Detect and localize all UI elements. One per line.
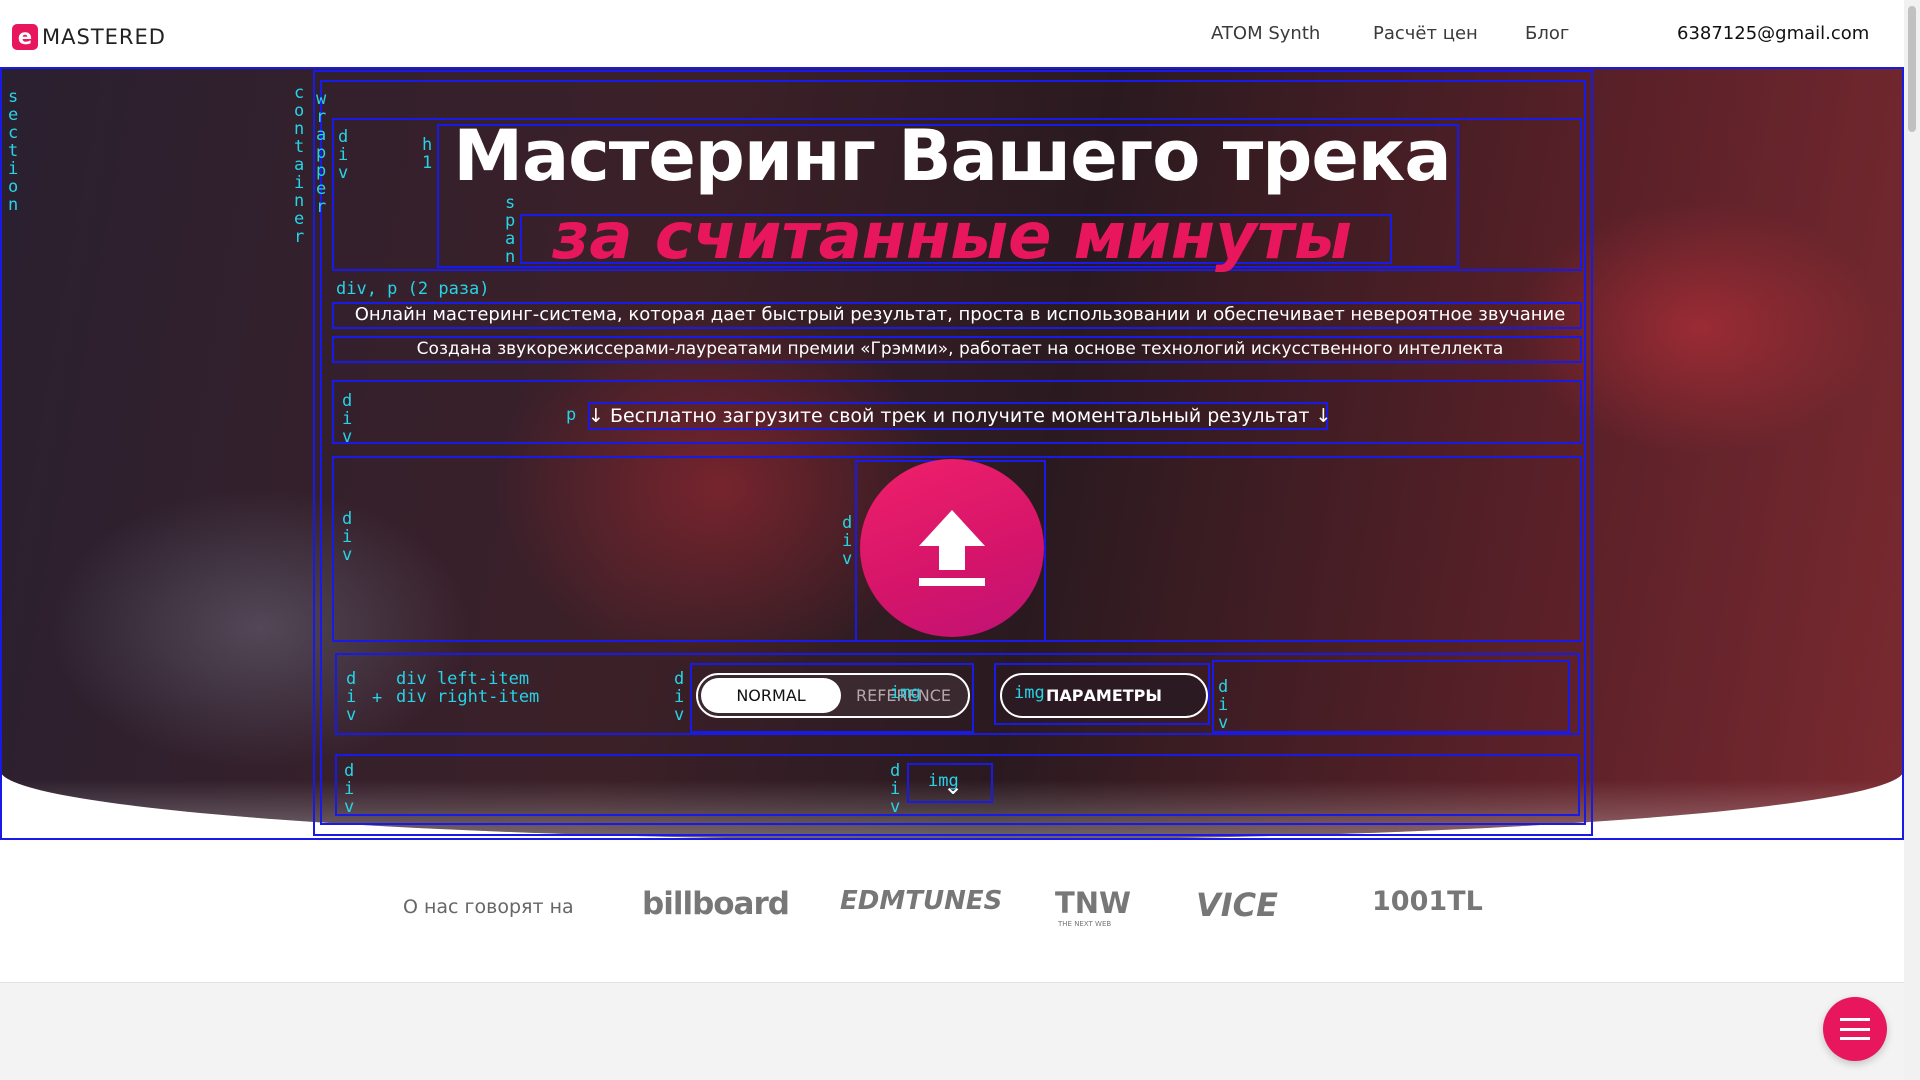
upload-button[interactable] <box>860 459 1044 637</box>
nav-link-atom-synth[interactable]: ATOM Synth <box>1211 23 1320 44</box>
debug-label-p: p <box>566 405 577 425</box>
debug-label-img-toggle: img <box>890 683 921 703</box>
debug-label-div-p: div, p (2 раза) <box>336 279 490 299</box>
nav-link-pricing[interactable]: Расчёт цен <box>1373 23 1478 44</box>
debug-label-h1: h 1 <box>422 135 433 173</box>
debug-box-right-div <box>1212 660 1570 733</box>
hero-title-highlight: за считанные минуты <box>552 200 1352 274</box>
debug-label-div-right: d i v <box>1218 677 1229 733</box>
debug-label-wrapper: w r a p p e r <box>316 89 327 217</box>
edmtunes-logo: EDMTUNES <box>840 886 1003 916</box>
nav-link-blog[interactable]: Блог <box>1525 23 1569 44</box>
menu-bars-icon <box>1840 1018 1870 1040</box>
debug-label-div-scroll: d i v <box>344 761 355 817</box>
top-navigation: e MASTERED ATOM Synth Расчёт цен Блог 63… <box>0 0 1904 68</box>
logo[interactable]: e MASTERED <box>12 24 166 50</box>
debug-label-div-cta: d i v <box>342 391 353 447</box>
logo-mark-icon: e <box>12 24 38 50</box>
debug-label-div-scroll-inner: d i v <box>890 761 901 817</box>
nav-email-link[interactable]: 6387125@gmail.com <box>1677 23 1869 44</box>
menu-chat-icon[interactable] <box>1823 997 1887 1061</box>
debug-label-plus: + <box>372 688 383 708</box>
tnw-caption: THE NEXT WEB <box>1058 920 1112 928</box>
1001tl-logo: 1001TL <box>1372 886 1483 917</box>
hero-lead-1: Онлайн мастеринг-система, которая дает б… <box>354 304 1566 325</box>
debug-label-container: c o n t a i n e r <box>294 83 305 247</box>
press-section: О нас говорят на billboard EDMTUNES TNW … <box>0 840 1904 982</box>
debug-label-div-title: d i v <box>338 127 349 183</box>
page-scrollbar[interactable] <box>1904 0 1920 1080</box>
debug-label-img-scroll: img <box>928 771 959 791</box>
mode-toggle[interactable]: NORMAL REFERENCE <box>696 673 970 718</box>
toggle-normal-option[interactable]: NORMAL <box>701 678 841 713</box>
hero-cta-text: ↓ Бесплатно загрузите свой трек и получи… <box>588 405 1332 427</box>
logo-text: MASTERED <box>42 25 166 49</box>
lower-section <box>0 982 1904 1080</box>
hero-lead-2: Создана звукорежиссерами-лауреатами прем… <box>416 339 1504 359</box>
debug-label-div-upload: d i v <box>342 509 353 565</box>
vice-logo: VICE <box>1196 886 1279 924</box>
debug-label-img-params: img <box>1014 683 1045 703</box>
upload-arrow-icon <box>919 510 985 586</box>
press-label: О нас говорят на <box>403 896 574 918</box>
debug-label-div-controls: d i v <box>346 669 357 725</box>
page: e MASTERED ATOM Synth Расчёт цен Блог 63… <box>0 0 1920 1080</box>
hero-title: Мастеринг Вашего трека <box>453 115 1451 197</box>
scrollbar-thumb[interactable] <box>1908 6 1916 132</box>
debug-label-left-right: div left-item div right-item <box>396 669 540 707</box>
debug-label-div-upload-inner: d i v <box>842 513 853 569</box>
tnw-logo: TNW <box>1055 886 1132 920</box>
billboard-logo: billboard <box>642 886 790 922</box>
debug-label-div-toggle: d i v <box>674 669 685 725</box>
debug-label-section: s e c t i o n <box>8 87 19 215</box>
